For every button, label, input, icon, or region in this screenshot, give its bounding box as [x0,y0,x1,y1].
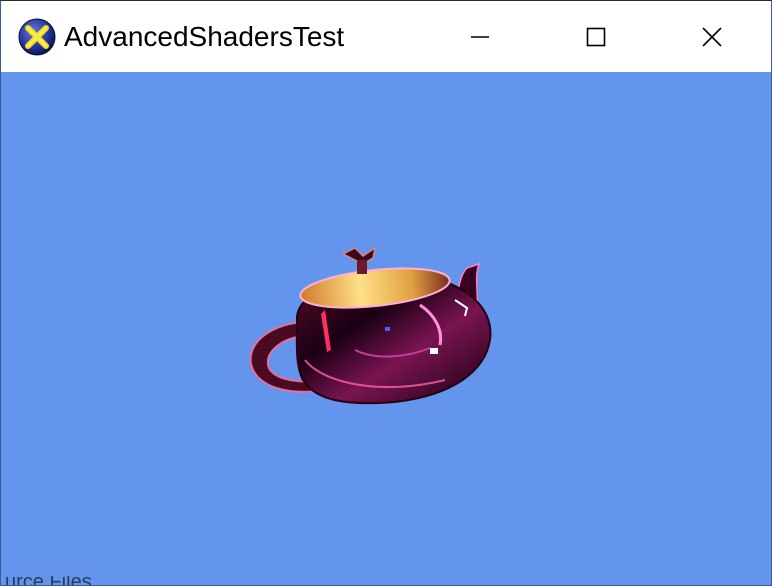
background-window-text: urce Files [5,576,92,585]
close-button[interactable] [653,1,770,72]
teapot-render [249,246,492,405]
directx-x-icon [18,18,56,56]
app-window: AdvancedShadersTest [0,0,772,586]
maximize-icon [586,27,605,46]
render-viewport[interactable] [1,72,771,585]
maximize-button[interactable] [537,1,654,72]
minimize-icon [470,35,489,38]
minimize-button[interactable] [421,1,538,72]
close-icon [701,26,722,47]
title-bar[interactable]: AdvancedShadersTest [1,1,771,72]
window-title: AdvancedShadersTest [64,21,345,52]
